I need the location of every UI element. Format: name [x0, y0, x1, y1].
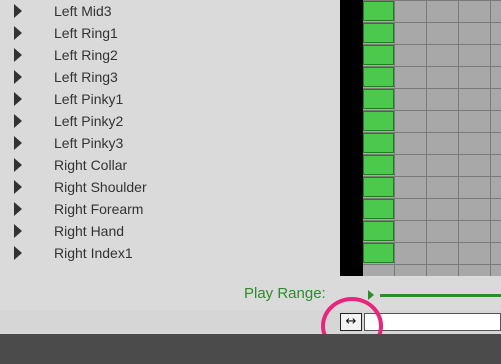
expand-arrow-icon[interactable] [14, 246, 22, 260]
expand-arrow-icon[interactable] [14, 4, 22, 18]
bone-label: Right Forearm [54, 201, 144, 217]
bone-row-left-pinky2[interactable]: Left Pinky2 [0, 110, 340, 132]
bone-row-right-collar[interactable]: Right Collar [0, 154, 340, 176]
bone-label: Left Ring2 [54, 47, 118, 63]
bone-label: Right Hand [54, 223, 125, 239]
keyframe-cell[interactable] [363, 221, 394, 241]
bone-label: Right Collar [54, 157, 128, 173]
timeline-divider [340, 0, 363, 276]
expand-arrow-icon[interactable] [14, 158, 22, 172]
bone-label: Left Pinky3 [54, 135, 124, 151]
bone-row-left-ring1[interactable]: Left Ring1 [0, 22, 340, 44]
bone-row-left-ring2[interactable]: Left Ring2 [0, 44, 340, 66]
bottom-status-bar [0, 334, 501, 364]
play-range-start-marker-icon[interactable] [368, 290, 374, 300]
keyframe-cell[interactable] [363, 243, 394, 263]
keyframe-cell[interactable] [363, 23, 394, 43]
bone-label: Left Ring1 [54, 25, 118, 41]
bone-row-left-pinky3[interactable]: Left Pinky3 [0, 132, 340, 154]
expand-arrow-icon[interactable] [14, 114, 22, 128]
expand-arrow-icon[interactable] [14, 224, 22, 238]
expand-arrow-icon[interactable] [14, 70, 22, 84]
keyframe-cell[interactable] [363, 111, 394, 131]
bone-label: Left Ring3 [54, 69, 118, 85]
bone-label: Right Shoulder [54, 179, 147, 195]
keyframe-cell[interactable] [363, 199, 394, 219]
bone-row-left-ring3[interactable]: Left Ring3 [0, 66, 340, 88]
keyframe-cell[interactable] [363, 45, 394, 65]
bone-label: Left Mid3 [54, 3, 112, 19]
expand-arrow-icon[interactable] [14, 202, 22, 216]
bone-row-left-pinky1[interactable]: Left Pinky1 [0, 88, 340, 110]
expand-arrow-icon[interactable] [14, 92, 22, 106]
play-range-bar[interactable] [380, 294, 501, 297]
bone-label: Left Pinky2 [54, 113, 124, 129]
keyframe-cell[interactable] [363, 133, 394, 153]
expand-arrow-icon[interactable] [14, 48, 22, 62]
bone-list: Left Mid3 Left Ring1 Left Ring2 Left Rin… [0, 0, 340, 285]
keyframe-cell[interactable] [363, 177, 394, 197]
bone-label: Left Pinky1 [54, 91, 124, 107]
bone-row-left-mid3[interactable]: Left Mid3 [0, 0, 340, 22]
expand-arrow-icon[interactable] [14, 180, 22, 194]
expand-arrow-icon[interactable] [14, 26, 22, 40]
keyframe-cell[interactable] [363, 67, 394, 87]
expand-arrow-icon[interactable] [14, 136, 22, 150]
bone-label: Right Index1 [54, 245, 133, 261]
bone-row-right-shoulder[interactable]: Right Shoulder [0, 176, 340, 198]
play-range-label: Play Range: [244, 285, 326, 302]
keyframe-cell[interactable] [363, 1, 394, 21]
bone-row-right-hand[interactable]: Right Hand [0, 220, 340, 242]
timeline-scrollbar[interactable] [364, 313, 501, 331]
bone-row-right-index1[interactable]: Right Index1 [0, 242, 340, 264]
keyframe-cell[interactable] [363, 155, 394, 175]
bone-row-right-forearm[interactable]: Right Forearm [0, 198, 340, 220]
keyframe-cell[interactable] [363, 89, 394, 109]
